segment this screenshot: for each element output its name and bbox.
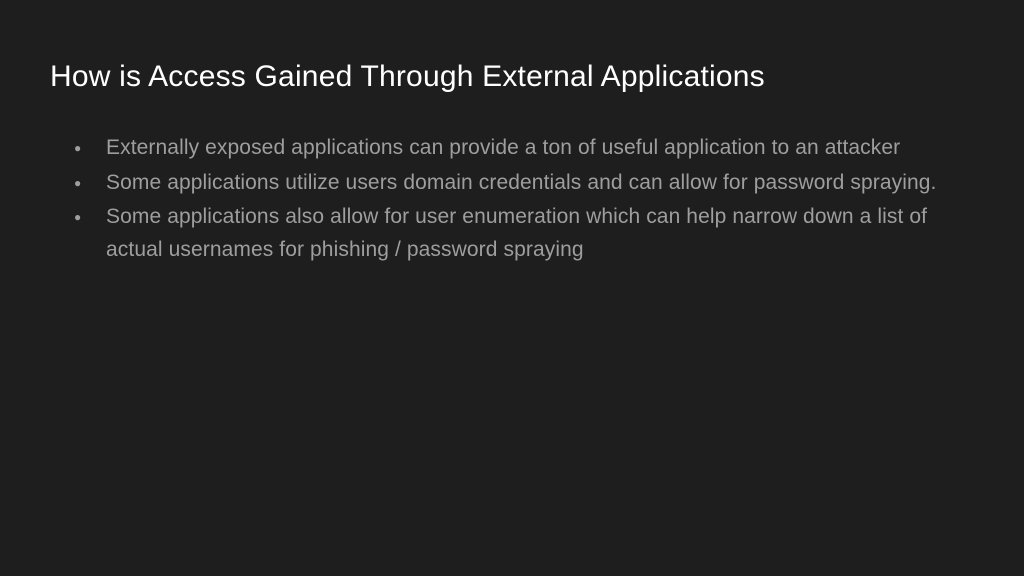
slide-title: How is Access Gained Through External Ap… xyxy=(50,60,974,94)
list-item: Externally exposed applications can prov… xyxy=(74,132,974,165)
presentation-slide: How is Access Gained Through External Ap… xyxy=(0,0,1024,576)
list-item: Some applications utilize users domain c… xyxy=(74,167,974,200)
bullet-list: Externally exposed applications can prov… xyxy=(50,132,974,266)
list-item: Some applications also allow for user en… xyxy=(74,201,974,266)
